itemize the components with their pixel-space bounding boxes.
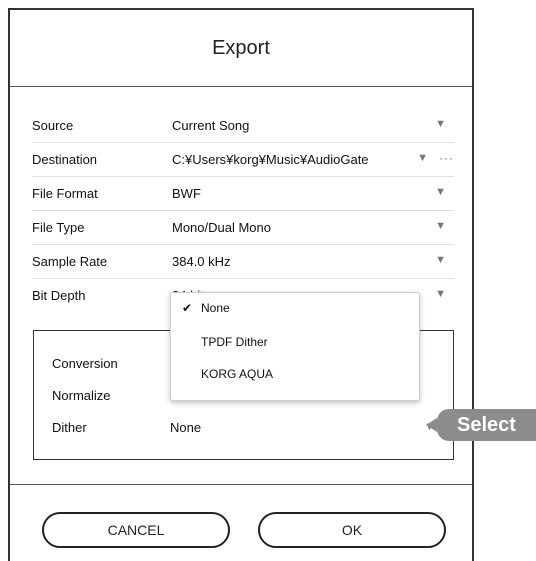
sample-rate-row[interactable]: Sample Rate 384.0 kHz ▼ xyxy=(32,245,454,279)
footer-divider xyxy=(10,484,472,485)
option-label: TPDF Dither xyxy=(201,335,268,349)
dropdown-option-tpdf-dither[interactable]: TPDF Dither xyxy=(171,327,419,357)
destination-value: C:¥Users¥korg¥Music¥AudioGate xyxy=(172,152,369,167)
source-row[interactable]: Source Current Song ▼ xyxy=(32,109,454,143)
normalize-label: Normalize xyxy=(52,387,111,403)
dither-value: None xyxy=(170,419,202,435)
chevron-down-icon[interactable]: ▼ xyxy=(435,186,446,198)
chevron-down-icon[interactable]: ▼ xyxy=(435,220,446,232)
sample-rate-value: 384.0 kHz xyxy=(172,254,231,269)
option-label: KORG AQUA xyxy=(201,367,274,381)
select-callout: Select xyxy=(437,409,536,441)
ok-button[interactable]: OK xyxy=(258,512,446,548)
dropdown-option-korg-aqua[interactable]: KORG AQUA xyxy=(171,359,419,389)
more-icon[interactable]: ··· xyxy=(439,151,454,165)
destination-row[interactable]: Destination C:¥Users¥korg¥Music¥AudioGat… xyxy=(32,143,454,177)
export-dialog: Export Source Current Song ▼ Destination… xyxy=(8,8,474,561)
option-label: None xyxy=(201,301,230,315)
dither-dropdown-menu: ✔ None TPDF Dither KORG AQUA xyxy=(170,292,420,401)
cancel-button[interactable]: CANCEL xyxy=(42,512,230,548)
destination-label: Destination xyxy=(32,152,98,167)
dither-row[interactable]: Dither None ▼ xyxy=(52,417,443,437)
dither-label: Dither xyxy=(52,419,87,435)
bit-depth-label: Bit Depth xyxy=(32,288,86,303)
dialog-title: Export xyxy=(212,36,270,59)
chevron-down-icon[interactable]: ▼ xyxy=(417,152,428,164)
title-divider xyxy=(10,86,472,87)
chevron-down-icon[interactable]: ▼ xyxy=(435,254,446,266)
file-format-row[interactable]: File Format BWF ▼ xyxy=(32,177,454,211)
file-format-value: BWF xyxy=(172,186,201,201)
file-type-value: Mono/Dual Mono xyxy=(172,220,271,235)
source-value: Current Song xyxy=(172,118,250,133)
settings-list: Source Current Song ▼ Destination C:¥Use… xyxy=(32,109,454,312)
source-label: Source xyxy=(32,118,74,133)
chevron-down-icon[interactable]: ▼ xyxy=(435,288,446,300)
checkmark-icon: ✔ xyxy=(182,301,193,315)
file-type-row[interactable]: File Type Mono/Dual Mono ▼ xyxy=(32,211,454,245)
dropdown-option-none[interactable]: ✔ None xyxy=(171,293,419,323)
callout-pointer xyxy=(426,418,437,432)
chevron-down-icon[interactable]: ▼ xyxy=(435,118,446,130)
conversion-label: Conversion xyxy=(52,355,118,371)
file-type-label: File Type xyxy=(32,220,85,235)
sample-rate-label: Sample Rate xyxy=(32,254,108,269)
file-format-label: File Format xyxy=(32,186,98,201)
